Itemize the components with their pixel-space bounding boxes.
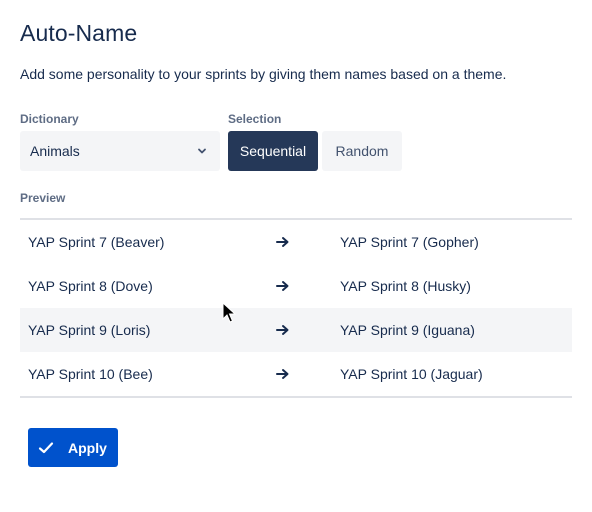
new-sprint-name: YAP Sprint 10 (Jaguar) bbox=[340, 366, 483, 382]
current-sprint-name: YAP Sprint 10 (Bee) bbox=[28, 366, 153, 382]
preview-table: YAP Sprint 7 (Beaver) YAP Sprint 7 (Goph… bbox=[20, 218, 572, 398]
check-icon bbox=[38, 442, 54, 454]
arrow-right-icon bbox=[276, 237, 289, 247]
dictionary-label: Dictionary bbox=[20, 112, 79, 126]
page-description: Add some personality to your sprints by … bbox=[20, 66, 507, 82]
sequential-button[interactable]: Sequential bbox=[228, 131, 318, 171]
dictionary-select[interactable]: Animals bbox=[20, 131, 220, 171]
table-row: YAP Sprint 8 (Dove) YAP Sprint 8 (Husky) bbox=[20, 264, 572, 308]
current-sprint-name: YAP Sprint 7 (Beaver) bbox=[28, 234, 165, 250]
auto-name-panel: Auto-Name Add some personality to your s… bbox=[0, 0, 592, 512]
page-title: Auto-Name bbox=[20, 20, 138, 46]
new-sprint-name: YAP Sprint 7 (Gopher) bbox=[340, 234, 479, 250]
current-sprint-name: YAP Sprint 9 (Loris) bbox=[28, 322, 151, 338]
table-row: YAP Sprint 7 (Beaver) YAP Sprint 7 (Goph… bbox=[20, 220, 572, 264]
table-row: YAP Sprint 9 (Loris) YAP Sprint 9 (Iguan… bbox=[20, 308, 572, 352]
table-row: YAP Sprint 10 (Bee) YAP Sprint 10 (Jagua… bbox=[20, 352, 572, 396]
arrow-right-icon bbox=[276, 325, 289, 335]
new-sprint-name: YAP Sprint 8 (Husky) bbox=[340, 278, 471, 294]
new-sprint-name: YAP Sprint 9 (Iguana) bbox=[340, 322, 475, 338]
arrow-right-icon bbox=[276, 369, 289, 379]
dictionary-selected-value: Animals bbox=[30, 143, 80, 159]
current-sprint-name: YAP Sprint 8 (Dove) bbox=[28, 278, 153, 294]
mouse-cursor-icon bbox=[222, 302, 236, 323]
apply-button-label: Apply bbox=[68, 440, 107, 456]
selection-label: Selection bbox=[228, 112, 282, 126]
random-button[interactable]: Random bbox=[322, 131, 402, 171]
arrow-right-icon bbox=[276, 281, 289, 291]
preview-label: Preview bbox=[20, 191, 66, 205]
apply-button[interactable]: Apply bbox=[28, 428, 118, 467]
chevron-down-icon bbox=[198, 148, 206, 154]
